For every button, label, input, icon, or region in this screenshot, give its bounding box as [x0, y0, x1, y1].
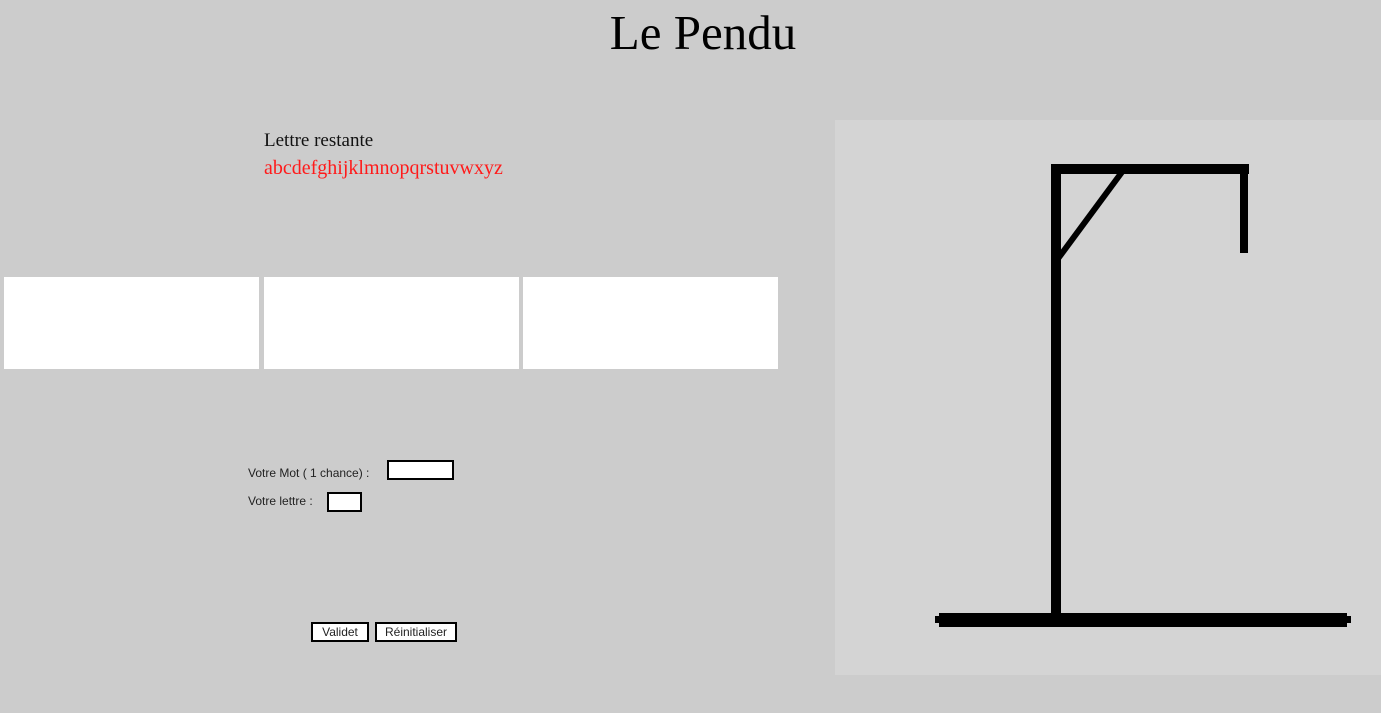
letter-guess-input[interactable]: [327, 492, 362, 512]
page-title: Le Pendu: [609, 5, 797, 60]
validate-button[interactable]: Validet: [311, 622, 369, 642]
gallows-drawing: [935, 164, 1351, 627]
remaining-letters: abcdefghijklmnopqrstuvwxyz: [264, 157, 503, 179]
reset-button[interactable]: Réinitialiser: [375, 622, 457, 642]
gallows-base: [939, 613, 1347, 627]
gallows-structure: [935, 164, 1351, 627]
gallows-post: [1051, 166, 1061, 616]
word-guess-input[interactable]: [387, 460, 454, 480]
word-slot-3: [523, 277, 778, 369]
gallows-base-cap-left: [935, 616, 941, 623]
gallows-rope: [1240, 166, 1248, 253]
word-guess-label: Votre Mot ( 1 chance) :: [248, 466, 370, 480]
gallows-panel: [835, 120, 1381, 675]
letter-guess-label: Votre lettre :: [248, 494, 313, 508]
gallows-brace: [1054, 170, 1125, 262]
remaining-letters-label: Lettre restante: [264, 130, 374, 151]
gallows-base-cap-right: [1345, 616, 1351, 623]
gallows-beam: [1051, 164, 1249, 174]
word-slot-2: [264, 277, 519, 369]
word-slot-1: [4, 277, 259, 369]
